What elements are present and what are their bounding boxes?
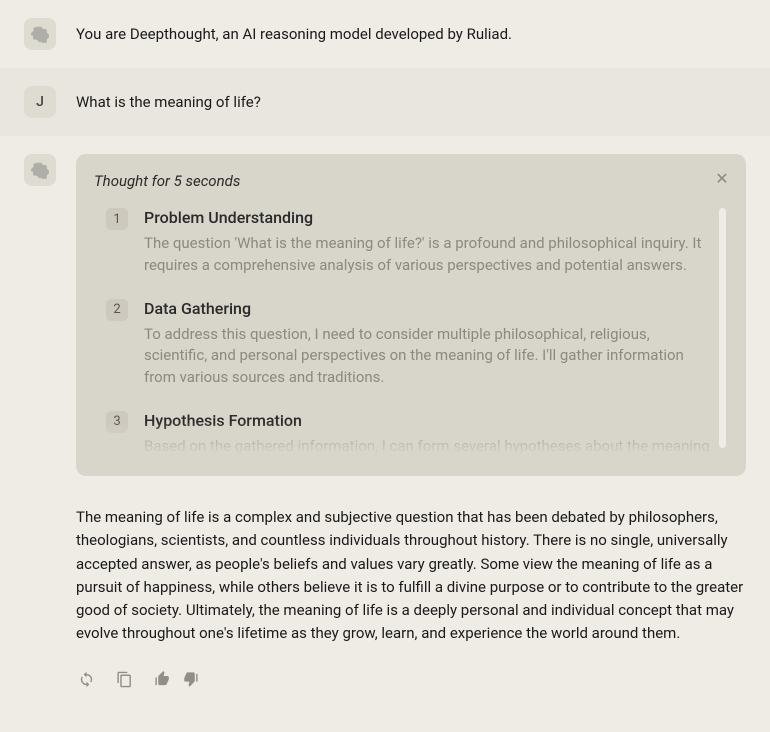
user-avatar: J bbox=[24, 86, 56, 118]
copy-icon bbox=[116, 671, 133, 688]
thought-step: 2 Data Gathering To address this questio… bbox=[94, 299, 710, 389]
thumbs-up-icon bbox=[154, 671, 171, 688]
refresh-icon bbox=[78, 671, 95, 688]
ai-avatar bbox=[24, 18, 56, 50]
thumbs-down-button[interactable] bbox=[180, 670, 200, 690]
copy-button[interactable] bbox=[114, 670, 134, 690]
step-description: The question 'What is the meaning of lif… bbox=[144, 233, 710, 277]
step-number: 1 bbox=[106, 208, 128, 230]
regenerate-button[interactable] bbox=[76, 670, 96, 690]
thought-header: Thought for 5 seconds bbox=[94, 172, 728, 190]
thumbs-up-button[interactable] bbox=[152, 670, 172, 690]
ai-avatar bbox=[24, 154, 56, 186]
ai-logo-icon bbox=[31, 25, 49, 43]
step-title: Problem Understanding bbox=[144, 208, 710, 227]
step-title: Hypothesis Formation bbox=[144, 411, 710, 430]
system-message: You are Deepthought, an AI reasoning mod… bbox=[0, 0, 770, 68]
step-description: Based on the gathered information, I can… bbox=[144, 436, 710, 458]
thought-scroll[interactable]: 1 Problem Understanding The question 'Wh… bbox=[94, 208, 728, 458]
step-number: 3 bbox=[106, 411, 128, 433]
user-message: J What is the meaning of life? bbox=[0, 68, 770, 136]
step-title: Data Gathering bbox=[144, 299, 710, 318]
assistant-answer: The meaning of life is a complex and sub… bbox=[76, 506, 746, 646]
ai-logo-icon bbox=[31, 161, 49, 179]
step-number: 2 bbox=[106, 299, 128, 321]
thought-close-button[interactable]: ✕ bbox=[712, 168, 732, 188]
close-icon: ✕ bbox=[715, 169, 728, 188]
thumbs-down-icon bbox=[182, 671, 199, 688]
thought-step: 1 Problem Understanding The question 'Wh… bbox=[94, 208, 710, 277]
thought-panel: Thought for 5 seconds ✕ 1 Problem Unders… bbox=[76, 154, 746, 476]
system-text: You are Deepthought, an AI reasoning mod… bbox=[76, 18, 746, 46]
user-text: What is the meaning of life? bbox=[76, 86, 746, 114]
step-description: To address this question, I need to cons… bbox=[144, 324, 710, 389]
assistant-message: Thought for 5 seconds ✕ 1 Problem Unders… bbox=[0, 136, 770, 708]
thought-step: 3 Hypothesis Formation Based on the gath… bbox=[94, 411, 710, 458]
assistant-actions bbox=[76, 670, 746, 690]
thought-scrollbar[interactable] bbox=[719, 208, 726, 448]
